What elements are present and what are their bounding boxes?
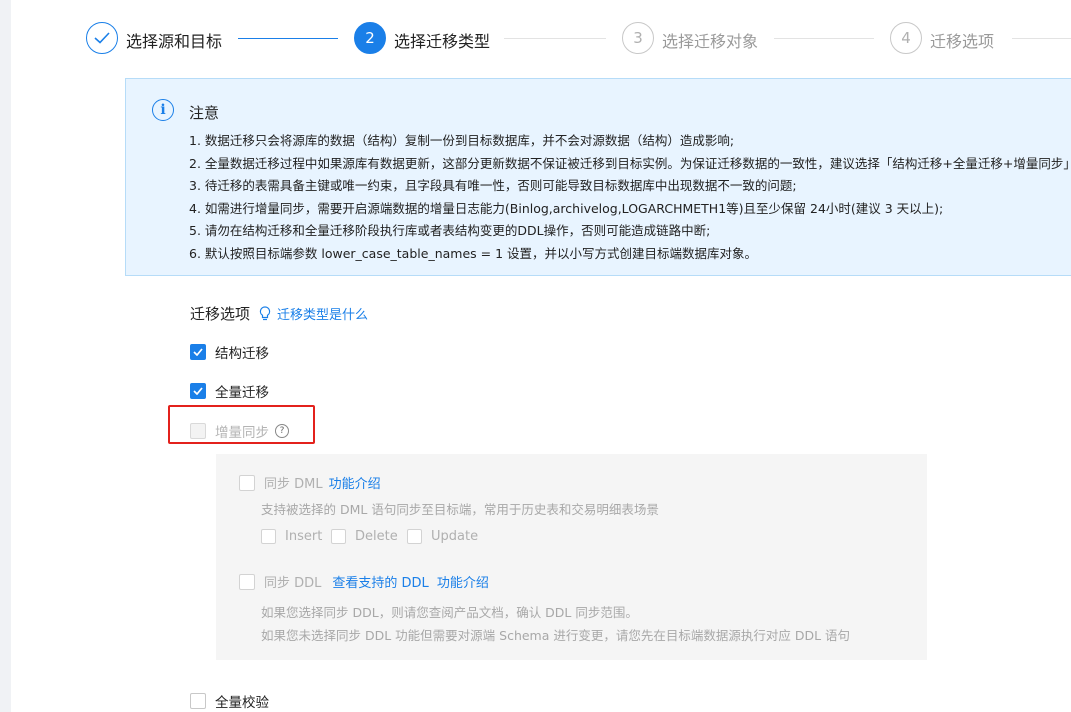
sync-ddl-option[interactable]: 同步 DDL 查看支持的 DDL 功能介绍 [239, 572, 489, 591]
notice-item: 2. 全量数据迁移过程中如果源库有数据更新，这部分更新数据不保证被迁移到目标实例… [189, 155, 1071, 171]
step-3-label: 选择迁移对象 [662, 32, 759, 51]
incremental-sync-label: 增量同步 [215, 425, 269, 441]
lightbulb-icon [259, 305, 271, 322]
dml-insert-checkbox[interactable] [261, 529, 276, 544]
notice-item: 6. 默认按照目标端参数 lower_case_table_names = 1 … [189, 245, 758, 261]
structure-migration-option[interactable]: 结构迁移 [190, 342, 269, 362]
sync-ddl-label: 同步 DDL [264, 576, 322, 591]
dml-description: 支持被选择的 DML 语句同步至目标端，常用于历史表和交易明细表场景 [261, 502, 659, 517]
full-migration-option[interactable]: 全量迁移 [190, 381, 269, 401]
left-edge-strip [0, 0, 11, 712]
sync-dml-option[interactable]: 同步 DML 功能介绍 [239, 473, 381, 492]
step-2-number: 2 [354, 22, 386, 54]
question-help-icon[interactable]: ? [275, 424, 289, 438]
ddl-description-1: 如果您选择同步 DDL，则请您查阅产品文档，确认 DDL 同步范围。 [261, 605, 638, 620]
dml-delete-label: Delete [355, 529, 398, 544]
dml-feature-intro-link[interactable]: 功能介绍 [329, 473, 381, 492]
structure-migration-label: 结构迁移 [215, 346, 269, 362]
notice-item: 4. 如需进行增量同步，需要开启源端数据的增量日志能力(Binlog,archi… [189, 200, 944, 216]
dml-insert-label: Insert [285, 529, 323, 544]
notice-item: 5. 请勿在结构迁移和全量迁移阶段执行库或者表结构变更的DDL操作，否则可能造成… [189, 223, 711, 238]
notice-title: 注意 [189, 104, 220, 122]
full-verification-label: 全量校验 [215, 695, 269, 711]
step-connector-2 [504, 38, 606, 39]
dml-delete-option[interactable]: Delete [331, 529, 398, 544]
notice-panel: i 注意 1. 数据迁移只会将源库的数据（结构）复制一份到目标数据库，并不会对源… [125, 78, 1071, 276]
full-migration-label: 全量迁移 [215, 385, 269, 401]
sync-ddl-checkbox[interactable] [239, 573, 255, 590]
info-icon: i [152, 99, 174, 121]
migration-options-header: 迁移选项 迁移类型是什么 [190, 303, 368, 324]
dml-update-label: Update [431, 529, 479, 544]
dml-update-option[interactable]: Update [407, 529, 478, 544]
step-2-label: 选择迁移类型 [394, 32, 491, 51]
sync-dml-label: 同步 DML [264, 477, 323, 492]
migration-type-help-link[interactable]: 迁移类型是什么 [277, 304, 368, 323]
supported-ddl-link[interactable]: 查看支持的 DDL [332, 572, 428, 591]
step-4-number: 4 [890, 22, 922, 54]
incremental-sync-option[interactable]: 增量同步 ? [190, 421, 289, 441]
ddl-description-2: 如果您未选择同步 DDL 功能但需要对源端 Schema 进行变更，请您先在目标… [261, 628, 851, 643]
structure-migration-checkbox[interactable] [190, 344, 206, 360]
notice-item: 1. 数据迁移只会将源库的数据（结构）复制一份到目标数据库，并不会对源数据（结构… [189, 133, 735, 148]
dml-delete-checkbox[interactable] [331, 529, 346, 544]
step-4-label: 迁移选项 [930, 32, 995, 51]
step-connector-4 [1012, 38, 1071, 39]
sync-dml-checkbox[interactable] [239, 474, 255, 491]
incremental-sync-checkbox[interactable] [190, 423, 206, 439]
dml-insert-option[interactable]: Insert [261, 529, 322, 544]
notice-item: 3. 待迁移的表需具备主键或唯一约束，且字段具有唯一性，否则可能导致目标数据库中… [189, 178, 797, 193]
full-verification-checkbox[interactable] [190, 693, 206, 709]
stepper: 选择源和目标 2 选择迁移类型 3 选择迁移对象 4 迁移选项 [86, 22, 1071, 56]
ddl-feature-intro-link[interactable]: 功能介绍 [437, 572, 489, 591]
incremental-settings-panel: 同步 DML 功能介绍 支持被选择的 DML 语句同步至目标端，常用于历史表和交… [216, 454, 927, 660]
migration-options-title: 迁移选项 [190, 305, 251, 323]
full-migration-checkbox[interactable] [190, 383, 206, 399]
step-3-number: 3 [622, 22, 654, 54]
dml-update-checkbox[interactable] [407, 529, 422, 544]
notice-list: 1. 数据迁移只会将源库的数据（结构）复制一份到目标数据库，并不会对源数据（结构… [189, 130, 1071, 265]
step-1-label: 选择源和目标 [126, 32, 223, 51]
full-verification-option[interactable]: 全量校验 [190, 691, 269, 711]
step-connector-1 [238, 38, 338, 39]
step-1-check-icon [86, 22, 118, 54]
step-connector-3 [774, 38, 874, 39]
